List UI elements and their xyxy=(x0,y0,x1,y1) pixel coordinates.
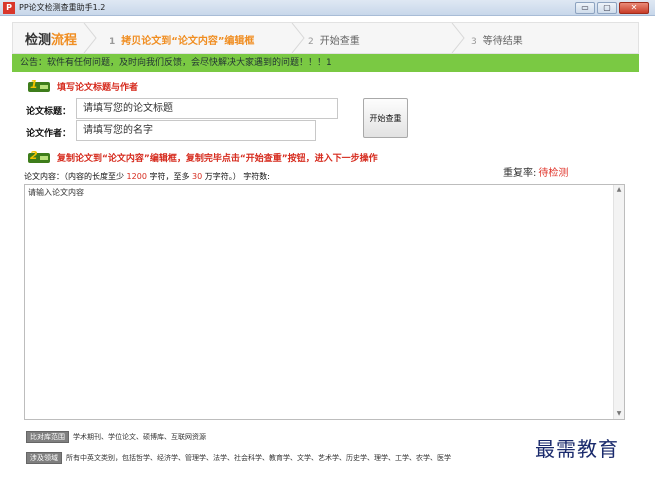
content-label: 论文内容：（内容的长度至少 xyxy=(24,172,127,181)
step-one-icon: 1 xyxy=(28,78,50,92)
step-2-number: 2 xyxy=(308,37,314,47)
char-count-label: 万字符。） 字符数: xyxy=(202,172,270,181)
paper-content-textarea[interactable] xyxy=(25,185,614,419)
minimize-button[interactable]: ▭ xyxy=(575,2,595,14)
step-3-label: 等待结果 xyxy=(482,36,523,47)
paper-title-input[interactable] xyxy=(76,98,338,119)
app-icon: P xyxy=(3,2,15,14)
step-1-number: 1 xyxy=(109,37,116,47)
close-button[interactable]: ✕ xyxy=(619,2,649,14)
start-check-button[interactable]: 开始查重 xyxy=(363,98,408,138)
watermark: 最需教育 xyxy=(535,437,619,461)
duplicate-rate: 重复率: 待检测 xyxy=(503,164,568,179)
step-3-number: 3 xyxy=(471,37,477,47)
section-title-2: 复制论文到“论文内容”编辑框，复制完毕点击“开始查重”按钮，进入下一步操作 xyxy=(57,154,378,164)
chevron-right-icon xyxy=(83,23,97,53)
announcement-bar: 公告：软件有任何问题，及时向我们反馈，会尽快解决大家遇到的问题！！！1 xyxy=(12,54,639,72)
content-mid: 字符，至多 xyxy=(146,172,192,181)
title-label: 论文标题： xyxy=(26,107,72,117)
step-3: 3 等待结果 xyxy=(471,32,523,47)
max-chars: 30 xyxy=(192,172,203,181)
steps-header-highlight: 流程 xyxy=(51,33,78,48)
step-2-label: 开始查重 xyxy=(319,36,360,47)
steps-header-prefix: 检测 xyxy=(25,33,52,48)
step-two-number: 2 xyxy=(30,149,38,162)
step-two-icon: 2 xyxy=(28,149,50,163)
rate-value: 待检测 xyxy=(538,168,569,179)
compare-scope-text: 学术期刊、学位论文、硕博库、互联网资源 xyxy=(73,433,206,441)
subject-scope-tag: 涉及领域 xyxy=(26,452,62,464)
window-title: PP论文检测查重助手1.2 xyxy=(19,3,106,12)
vertical-scrollbar[interactable]: ▲ ▼ xyxy=(613,185,624,419)
scroll-up-icon[interactable]: ▲ xyxy=(614,185,624,195)
compare-scope-row: 比对库范围 学术期刊、学位论文、硕博库、互联网资源 xyxy=(26,431,206,443)
title-bar: P PP论文检测查重助手1.2 ▭ ▢ ✕ xyxy=(0,0,655,16)
chevron-right-icon xyxy=(291,23,305,53)
chevron-right-icon xyxy=(451,23,465,53)
min-chars: 1200 xyxy=(126,172,147,181)
steps-header: 检测流程 xyxy=(25,29,77,48)
content-editor: ▲ ▼ xyxy=(24,184,625,420)
author-label: 论文作者： xyxy=(26,129,72,139)
rate-label: 重复率: xyxy=(503,168,537,179)
scroll-down-icon[interactable]: ▼ xyxy=(614,409,624,419)
step-one-number: 1 xyxy=(30,78,38,91)
author-input[interactable] xyxy=(76,120,316,141)
subject-scope-row: 涉及领域 所有中英文类别，包括哲学、经济学、管理学、法学、社会科学、教育学、文学、… xyxy=(26,452,451,464)
step-1-label: 拷贝论文到“论文内容”编辑框 xyxy=(121,36,255,47)
step-2: 2 开始查重 xyxy=(308,32,360,47)
step-1: 1 拷贝论文到“论文内容”编辑框 xyxy=(109,32,254,47)
process-steps: 检测流程 1 拷贝论文到“论文内容”编辑框 2 开始查重 3 等待结果 xyxy=(12,22,639,54)
maximize-button[interactable]: ▢ xyxy=(597,2,617,14)
compare-scope-tag: 比对库范围 xyxy=(26,431,69,443)
content-length-note: 论文内容：（内容的长度至少 1200 字符，至多 30 万字符。） 字符数: xyxy=(24,171,270,182)
subject-scope-text: 所有中英文类别，包括哲学、经济学、管理学、法学、社会科学、教育学、文学、艺术学、… xyxy=(66,454,451,462)
section-title-1: 填写论文标题与作者 xyxy=(57,83,139,93)
